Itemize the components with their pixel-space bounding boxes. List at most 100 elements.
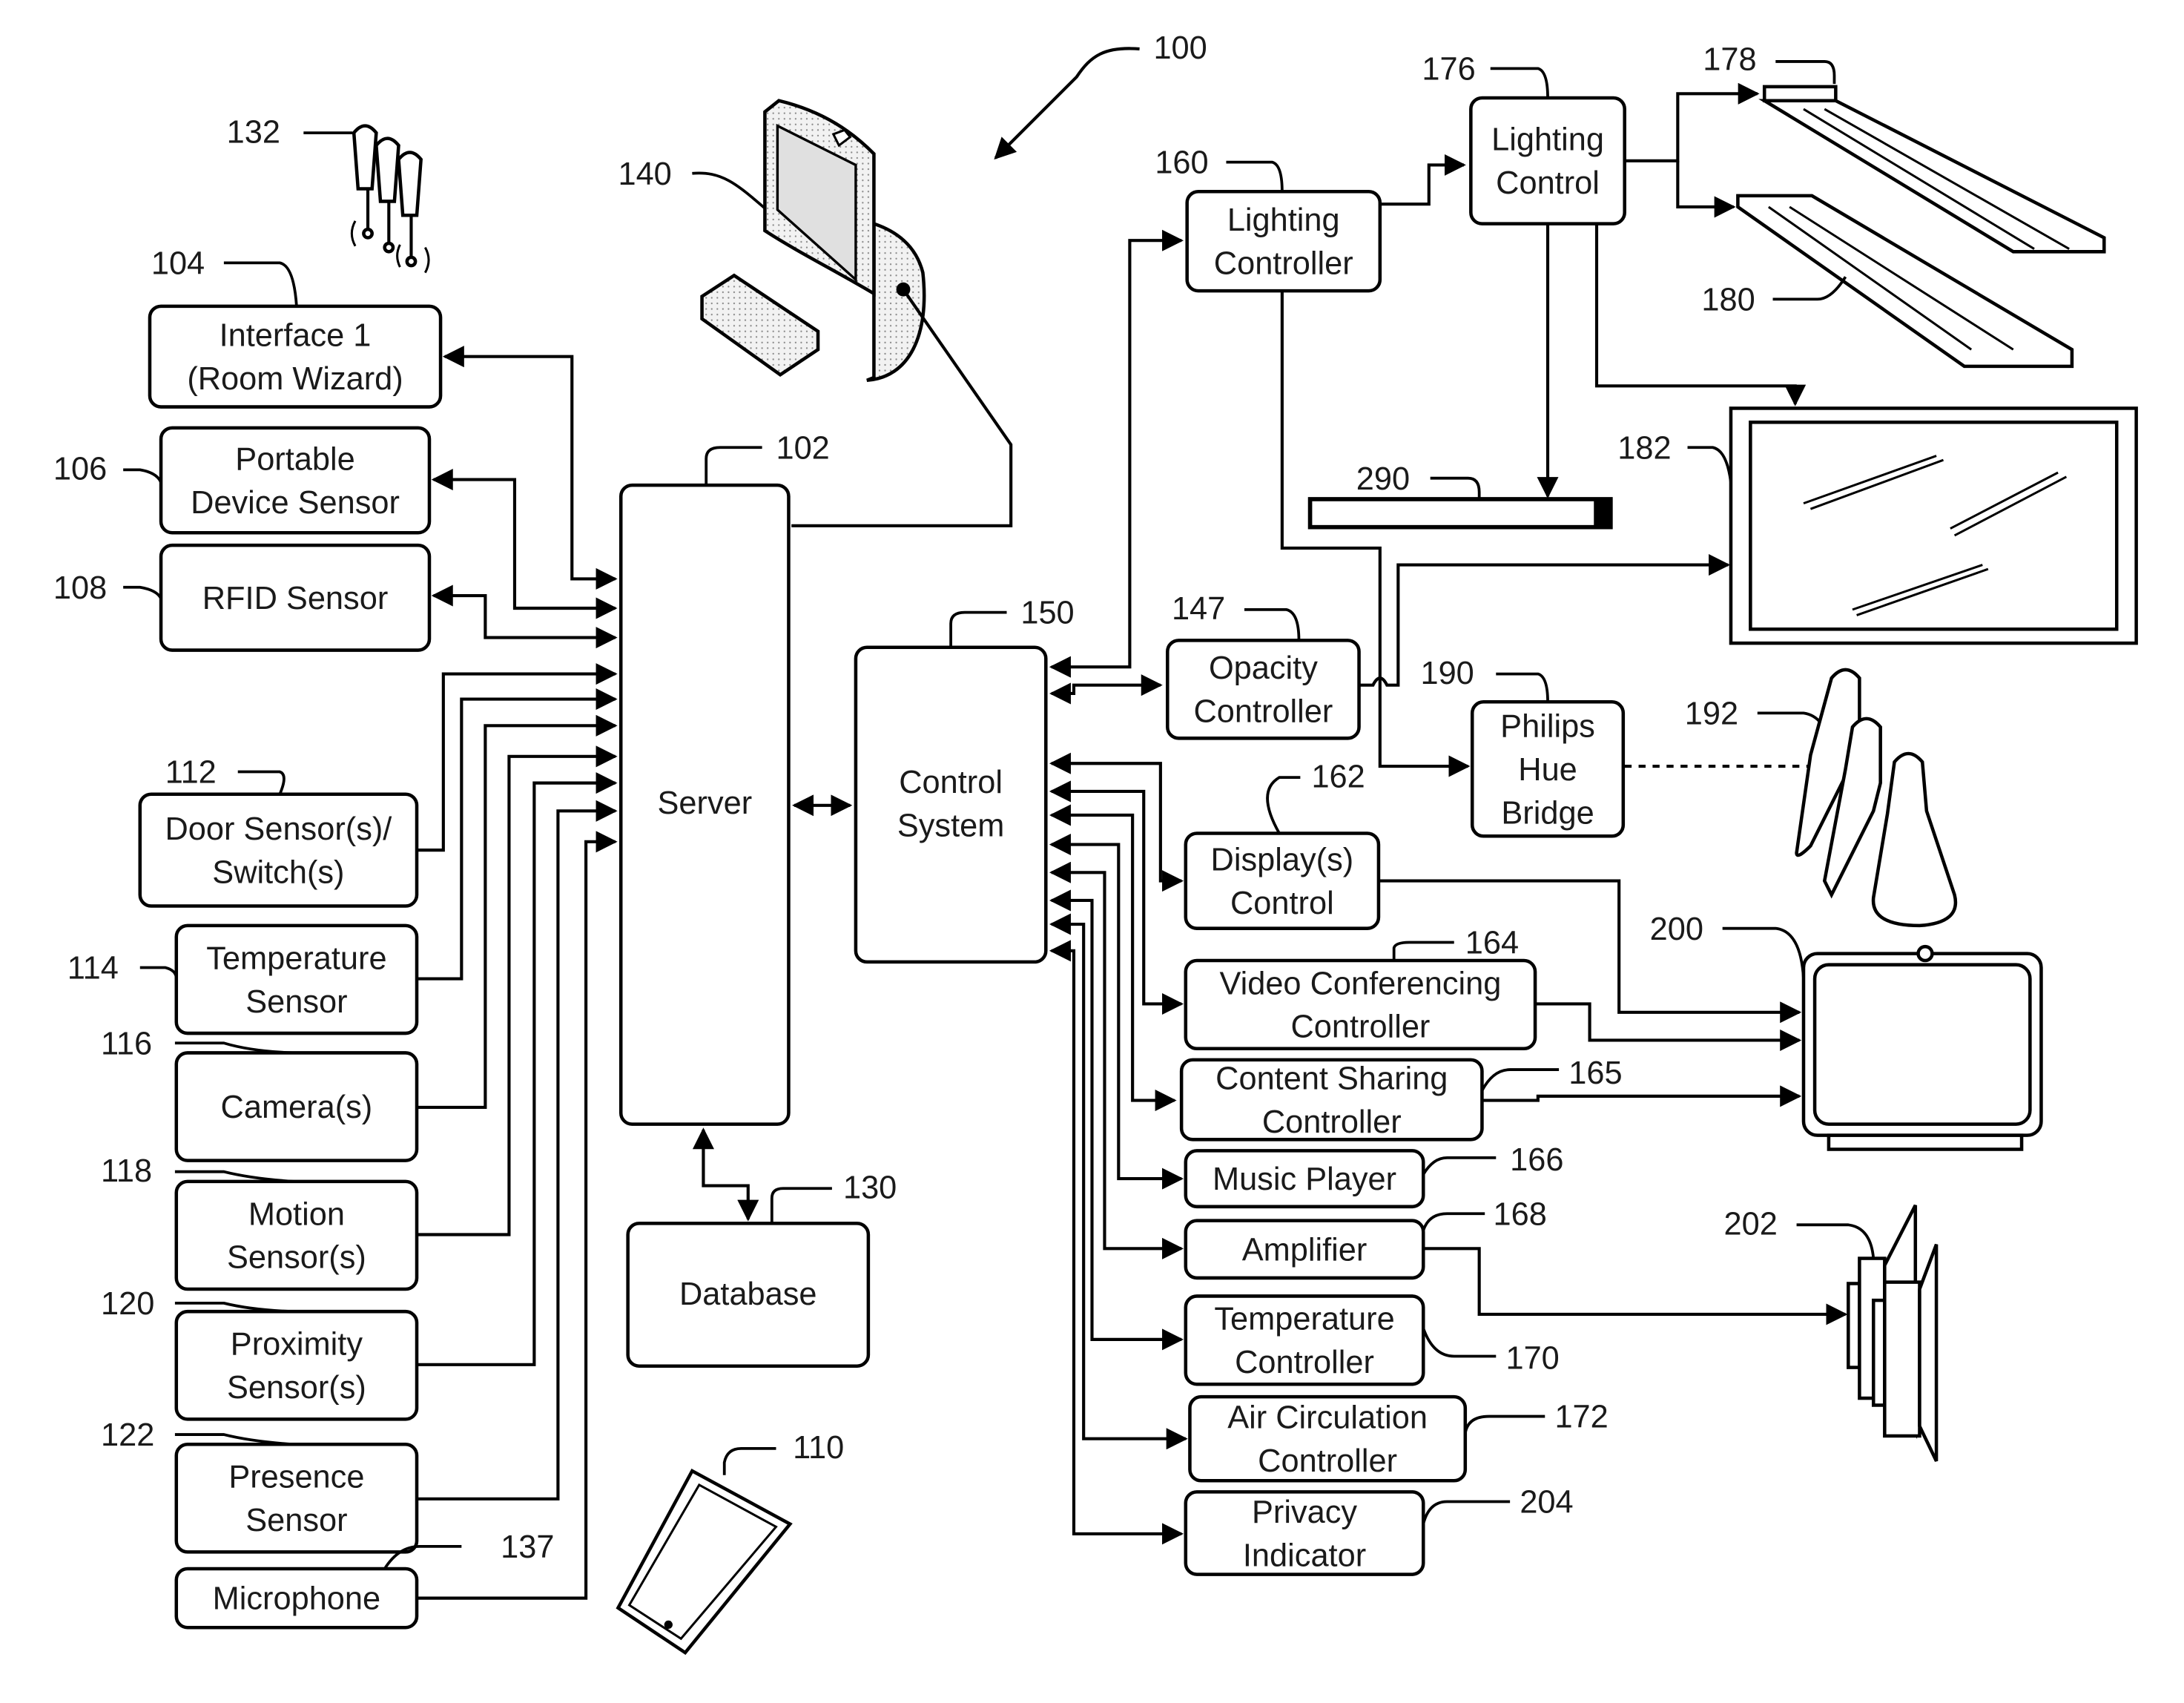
- temp-controller-label-line-1: Temperature: [1214, 1302, 1394, 1337]
- interface1-label-line-2: (Room Wizard): [187, 361, 403, 397]
- leader-line: [1422, 1500, 1511, 1525]
- ref-112: 112: [165, 755, 217, 791]
- ref-122: 122: [101, 1417, 154, 1453]
- motion-block[interactable]: Motion Sensor(s) 118: [101, 1153, 419, 1291]
- controller-blocks: Lighting Controller 160 Lighting Control 176 O…: [1155, 51, 1626, 1576]
- video-conf-label-line-2: Controller: [1290, 1009, 1430, 1045]
- camera-block[interactable]: Camera(s) 116: [101, 1026, 419, 1162]
- leader-line: [1226, 160, 1284, 192]
- motion-label-line-2: Sensor(s): [227, 1240, 366, 1276]
- door-block[interactable]: Door Sensor(s)/ Switch(s) 112: [138, 755, 419, 908]
- ref-132: 132: [227, 114, 280, 150]
- leader-line: [223, 261, 298, 306]
- display-control-label-line-1: Display(s): [1211, 842, 1354, 877]
- ref-108: 108: [53, 570, 107, 606]
- ref-162: 162: [1311, 759, 1365, 794]
- ref-100: 100: [1153, 30, 1207, 66]
- temp-controller-label-line-2: Controller: [1235, 1345, 1374, 1380]
- presence-label-line-1: Presence: [228, 1460, 364, 1495]
- lighting-control-label-line-1: Lighting: [1491, 122, 1604, 158]
- air-block[interactable]: Air Circulation Controller 172: [1188, 1394, 1609, 1483]
- leader-line: [1490, 67, 1549, 98]
- privacy-block[interactable]: Privacy Indicator 204: [1184, 1485, 1574, 1576]
- server-block[interactable]: Server 102: [618, 430, 830, 1126]
- leader-line: [123, 468, 162, 484]
- ref-200: 200: [1650, 912, 1703, 947]
- ref-202: 202: [1724, 1207, 1778, 1242]
- portable-label-line-1: Portable: [235, 441, 354, 477]
- ref-150: 150: [1020, 596, 1074, 631]
- system-diagram: 100 132 140 Server 102 Database 130 Cont…: [53, 30, 2138, 1656]
- video-conf-block[interactable]: Video Conferencing Controller 164: [1184, 926, 1537, 1051]
- system-reference: 100: [994, 30, 1207, 160]
- database-block[interactable]: Database 130: [626, 1127, 897, 1368]
- rfid-label-line-1: RFID Sensor: [202, 581, 389, 616]
- amplifier-block[interactable]: Amplifier 168: [1184, 1196, 1547, 1280]
- ref-118: 118: [101, 1153, 152, 1189]
- air-label-line-2: Controller: [1258, 1443, 1397, 1479]
- opacity-block[interactable]: Opacity Controller 147: [1166, 591, 1361, 740]
- ref-102: 102: [776, 430, 829, 466]
- database-label: Database: [679, 1277, 817, 1312]
- ref-130: 130: [843, 1170, 897, 1205]
- leader-line: [1463, 1414, 1545, 1434]
- display-200: 200: [1650, 912, 2043, 1151]
- hue-bridge-block[interactable]: Philips Hue Bridge 190: [1420, 656, 1626, 838]
- ref-166: 166: [1510, 1142, 1563, 1178]
- microphone-label-line-1: Microphone: [213, 1581, 380, 1617]
- mobile-device-icon: 110: [616, 1430, 844, 1656]
- display-control-label-line-2: Control: [1230, 886, 1334, 921]
- interface1-block[interactable]: Interface 1 (Room Wizard) 104: [148, 246, 443, 409]
- portable-block[interactable]: Portable Device Sensor 106: [53, 426, 432, 535]
- air-label-line-1: Air Circulation: [1227, 1400, 1428, 1436]
- leader-line: [1244, 608, 1301, 641]
- temp-controller-block[interactable]: Temperature Controller 170: [1184, 1294, 1560, 1386]
- presence-label-line-2: Sensor: [245, 1503, 347, 1538]
- rfid-block[interactable]: RFID Sensor 108: [53, 543, 432, 652]
- temp-sensor-block[interactable]: Temperature Sensor 114: [67, 923, 419, 1035]
- leader-line: [1422, 1156, 1497, 1176]
- leader-line: [1422, 1328, 1497, 1358]
- lighting-controller-block[interactable]: Lighting Controller 160: [1155, 145, 1382, 293]
- window-shade-290: 290: [1307, 461, 1613, 530]
- ref-164: 164: [1465, 926, 1519, 961]
- lighting-control-label-line-2: Control: [1496, 165, 1600, 201]
- leader-line: [1422, 1212, 1485, 1231]
- left-connections: [417, 346, 618, 1600]
- ref-104: 104: [151, 246, 205, 281]
- ref-204: 204: [1520, 1485, 1573, 1521]
- ref-290: 290: [1356, 461, 1410, 497]
- proximity-label-line-2: Sensor(s): [227, 1370, 366, 1406]
- control-system-line-1: Control: [899, 765, 1003, 800]
- ref-160: 160: [1155, 145, 1208, 181]
- ref-147: 147: [1172, 591, 1225, 627]
- control-system-block[interactable]: Control System 150: [792, 596, 1075, 964]
- leader-line: [237, 770, 286, 795]
- privacy-label-line-1: Privacy: [1252, 1495, 1357, 1530]
- smart-bulbs-icon: 192: [1685, 668, 1958, 928]
- ref-178: 178: [1703, 42, 1756, 77]
- privacy-label-line-2: Indicator: [1243, 1538, 1366, 1573]
- ref-120: 120: [101, 1286, 154, 1322]
- ref-110: 110: [793, 1430, 844, 1466]
- ref-114: 114: [67, 951, 119, 986]
- door-label-line-1: Door Sensor(s)/: [165, 811, 392, 847]
- ref-190: 190: [1420, 656, 1474, 691]
- content-sharing-label-line-1: Content Sharing: [1215, 1061, 1448, 1096]
- temp-sensor-label-line-1: Temperature: [206, 941, 386, 976]
- ref-140: 140: [618, 157, 671, 192]
- motion-label-line-1: Motion: [248, 1196, 345, 1232]
- lighting-control-block[interactable]: Lighting Control 176: [1422, 51, 1626, 225]
- display-control-block[interactable]: Display(s) Control 162: [1184, 759, 1381, 930]
- server-label: Server: [658, 785, 753, 821]
- ref-182: 182: [1617, 430, 1671, 466]
- presence-block[interactable]: Presence Sensor 122: [101, 1417, 419, 1554]
- proximity-block[interactable]: Proximity Sensor(s) 120: [101, 1286, 419, 1421]
- ref-192: 192: [1685, 696, 1738, 731]
- leader-line: [1266, 776, 1301, 834]
- music-label-line-1: Music Player: [1213, 1162, 1396, 1197]
- door-label-line-2: Switch(s): [212, 854, 344, 890]
- hue-bridge-label-line-2: Hue: [1518, 752, 1577, 788]
- portable-label-line-2: Device Sensor: [191, 485, 400, 521]
- leader-line: [1480, 1068, 1560, 1092]
